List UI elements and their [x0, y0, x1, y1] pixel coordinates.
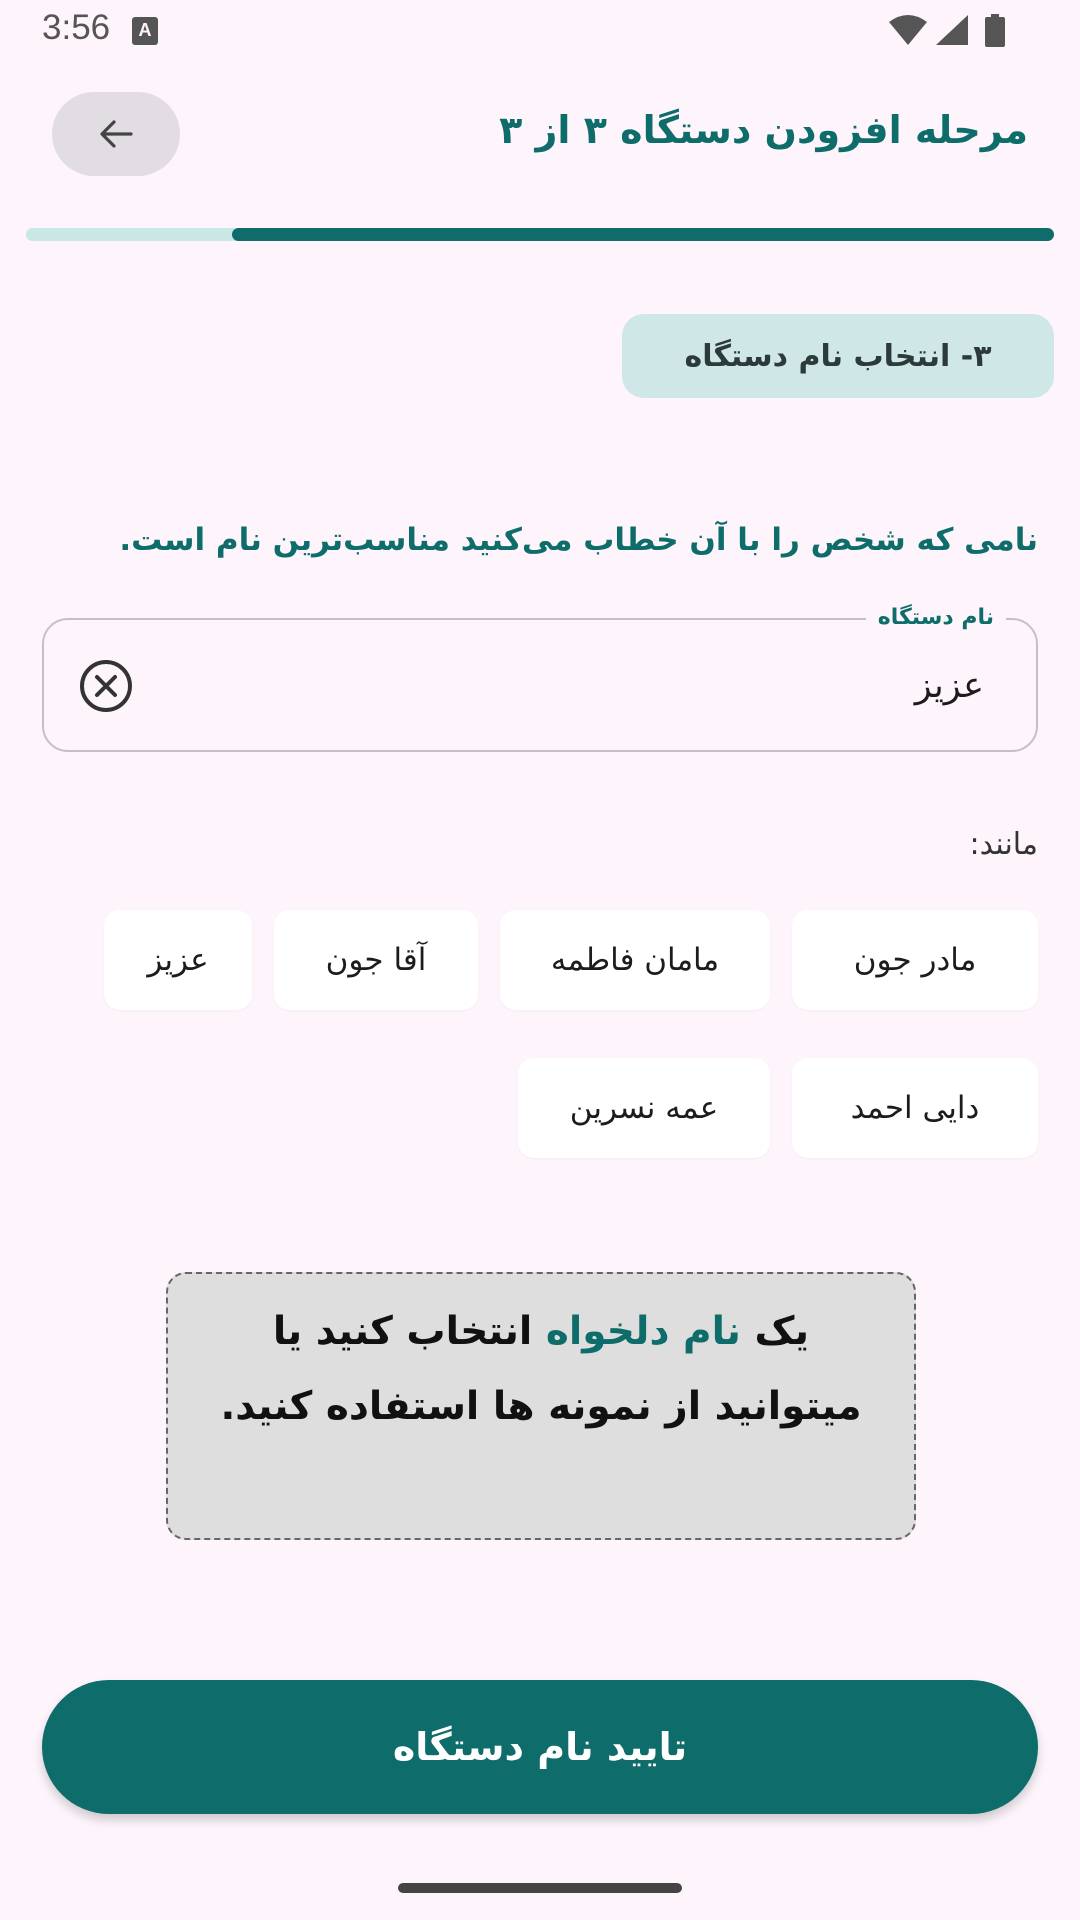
confirm-button[interactable]: تایید نام دستگاه — [42, 1680, 1038, 1814]
hint-highlight: نام دلخواه — [545, 1309, 741, 1354]
back-button[interactable] — [52, 92, 180, 176]
home-indicator[interactable] — [398, 1883, 682, 1893]
step-chip: ۳- انتخاب نام دستگاه — [622, 314, 1054, 398]
hint-text: یک — [740, 1309, 810, 1354]
example-chip[interactable]: مامان فاطمه — [500, 910, 770, 1010]
battery-icon — [985, 14, 1005, 47]
example-chip[interactable]: مادر جون — [792, 910, 1038, 1010]
example-chip[interactable]: عزیز — [104, 910, 252, 1010]
signal-icon — [936, 15, 968, 45]
progress-fill — [231, 228, 1054, 241]
example-chip[interactable]: عمه نسرین — [518, 1058, 770, 1158]
example-chip[interactable]: آقا جون — [274, 910, 478, 1010]
example-chip[interactable]: دایی احمد — [792, 1058, 1038, 1158]
hint-box: یک نام دلخواه انتخاب کنید یا میتوانید از… — [166, 1272, 916, 1540]
notification-a-icon: A — [132, 17, 158, 45]
examples-label: مانند: — [969, 827, 1038, 862]
page-title: مرحله افزودن دستگاه ۳ از ۳ — [499, 108, 1028, 152]
status-time: 3:56 — [42, 8, 111, 47]
status-bar: 3:56 A — [0, 0, 1080, 64]
instruction-text: نامی که شخص را با آن خطاب می‌کنید مناسب‌… — [119, 522, 1038, 558]
device-name-input[interactable] — [224, 646, 984, 726]
clear-circle-icon[interactable] — [78, 658, 134, 714]
screen: 3:56 A مرحله افزودن دستگاه ۳ از ۳ ۳- انت… — [0, 0, 1080, 1920]
device-name-field-label: نام دستگاه — [865, 602, 1006, 634]
device-name-field[interactable]: نام دستگاه — [42, 602, 1038, 752]
progress-bar — [26, 228, 1054, 241]
wifi-icon — [889, 15, 927, 45]
arrow-left-icon — [100, 120, 133, 148]
